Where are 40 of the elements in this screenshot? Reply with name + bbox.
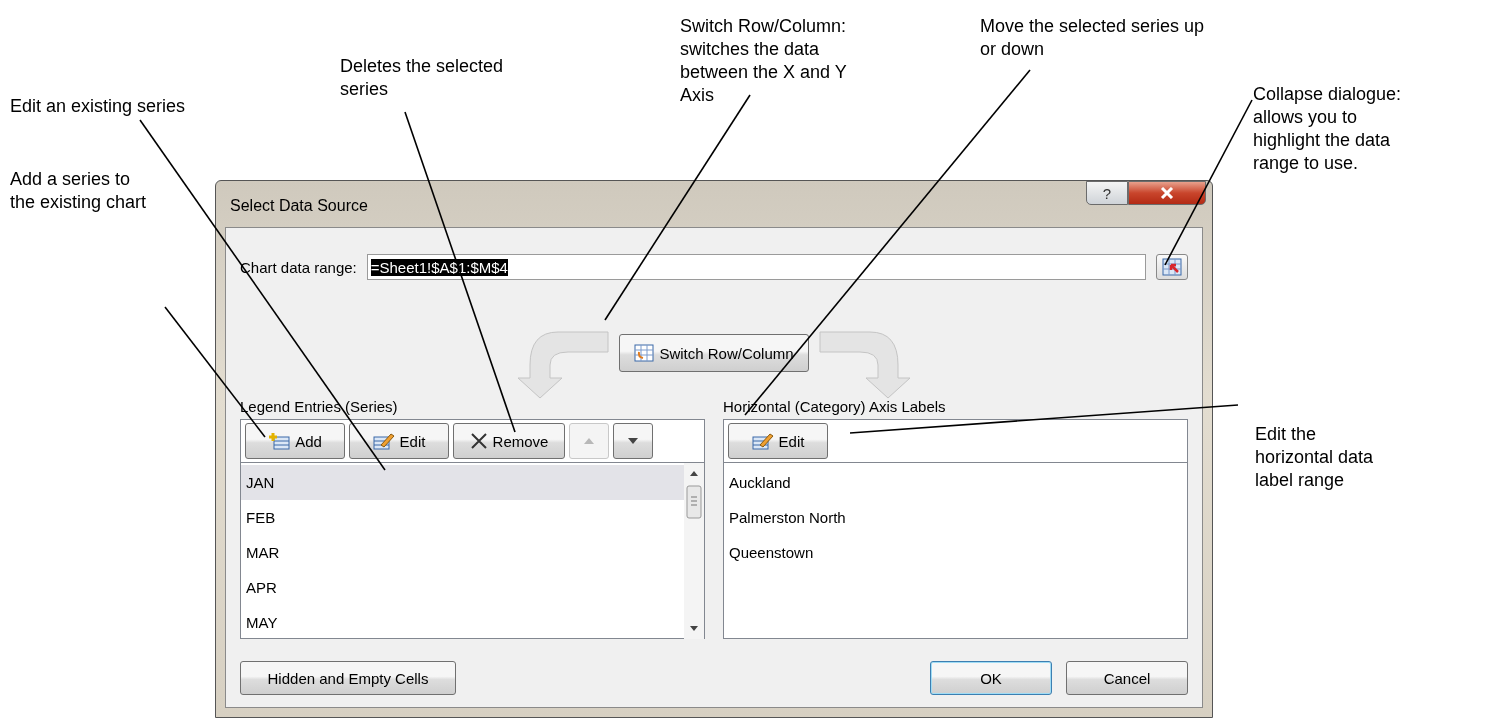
axis-label-item[interactable]: Auckland: [724, 465, 1187, 500]
series-item[interactable]: FEB: [241, 500, 684, 535]
annotation-text: Collapse dialogue: allows you to highlight the data range to use.: [1253, 83, 1403, 175]
help-button[interactable]: ?: [1086, 181, 1128, 205]
remove-icon: [469, 432, 488, 450]
close-button[interactable]: [1128, 181, 1206, 205]
collapse-icon: [1162, 258, 1182, 276]
edit-icon: [372, 432, 395, 450]
ok-button[interactable]: OK: [930, 661, 1052, 695]
add-list-icon: [268, 432, 291, 450]
remove-series-button[interactable]: Remove: [453, 423, 565, 459]
section-label: Legend Entries (Series): [240, 398, 399, 415]
edit-axis-labels-button[interactable]: Edit: [728, 423, 828, 459]
add-series-button[interactable]: Add: [245, 423, 345, 459]
down-triangle-icon: [627, 437, 639, 445]
cancel-button[interactable]: Cancel: [1066, 661, 1188, 695]
move-down-button[interactable]: [613, 423, 653, 459]
annotation-text: Edit the horizontal data label range: [1255, 423, 1375, 492]
close-icon: [1160, 187, 1174, 199]
annotation-text: Add a series to the existing chart: [10, 168, 148, 214]
annotation-text: Switch Row/Column: switches the data between the X and Y Axis: [680, 15, 848, 107]
range-field[interactable]: =Sheet1!$A$1:$M$4: [366, 254, 1146, 280]
series-item[interactable]: MAR: [241, 535, 684, 570]
annotation-text: Edit an existing series: [10, 95, 187, 118]
axis-label-item[interactable]: Palmerston North: [724, 500, 1187, 535]
hidden-empty-cells-button[interactable]: Hidden and Empty Cells: [240, 661, 456, 695]
annotation-text: Deletes the selected series: [340, 55, 505, 101]
up-triangle-icon: [583, 437, 595, 445]
edit-series-button[interactable]: Edit: [349, 423, 449, 459]
edit-icon: [751, 432, 774, 450]
collapse-dialog-button[interactable]: [1156, 254, 1188, 280]
table-swap-icon: [634, 344, 655, 362]
annotation-text: Move the selected series up or down: [980, 15, 1206, 61]
series-item[interactable]: JAN: [241, 465, 684, 500]
window-title: Select Data Source: [230, 197, 368, 215]
series-item[interactable]: MAY: [241, 605, 684, 640]
series-item[interactable]: APR: [241, 570, 684, 605]
axis-label-item[interactable]: Queenstown: [724, 535, 1187, 570]
scrollbar[interactable]: [684, 463, 704, 639]
switch-row-column-button[interactable]: Switch Row/Column: [619, 334, 809, 372]
